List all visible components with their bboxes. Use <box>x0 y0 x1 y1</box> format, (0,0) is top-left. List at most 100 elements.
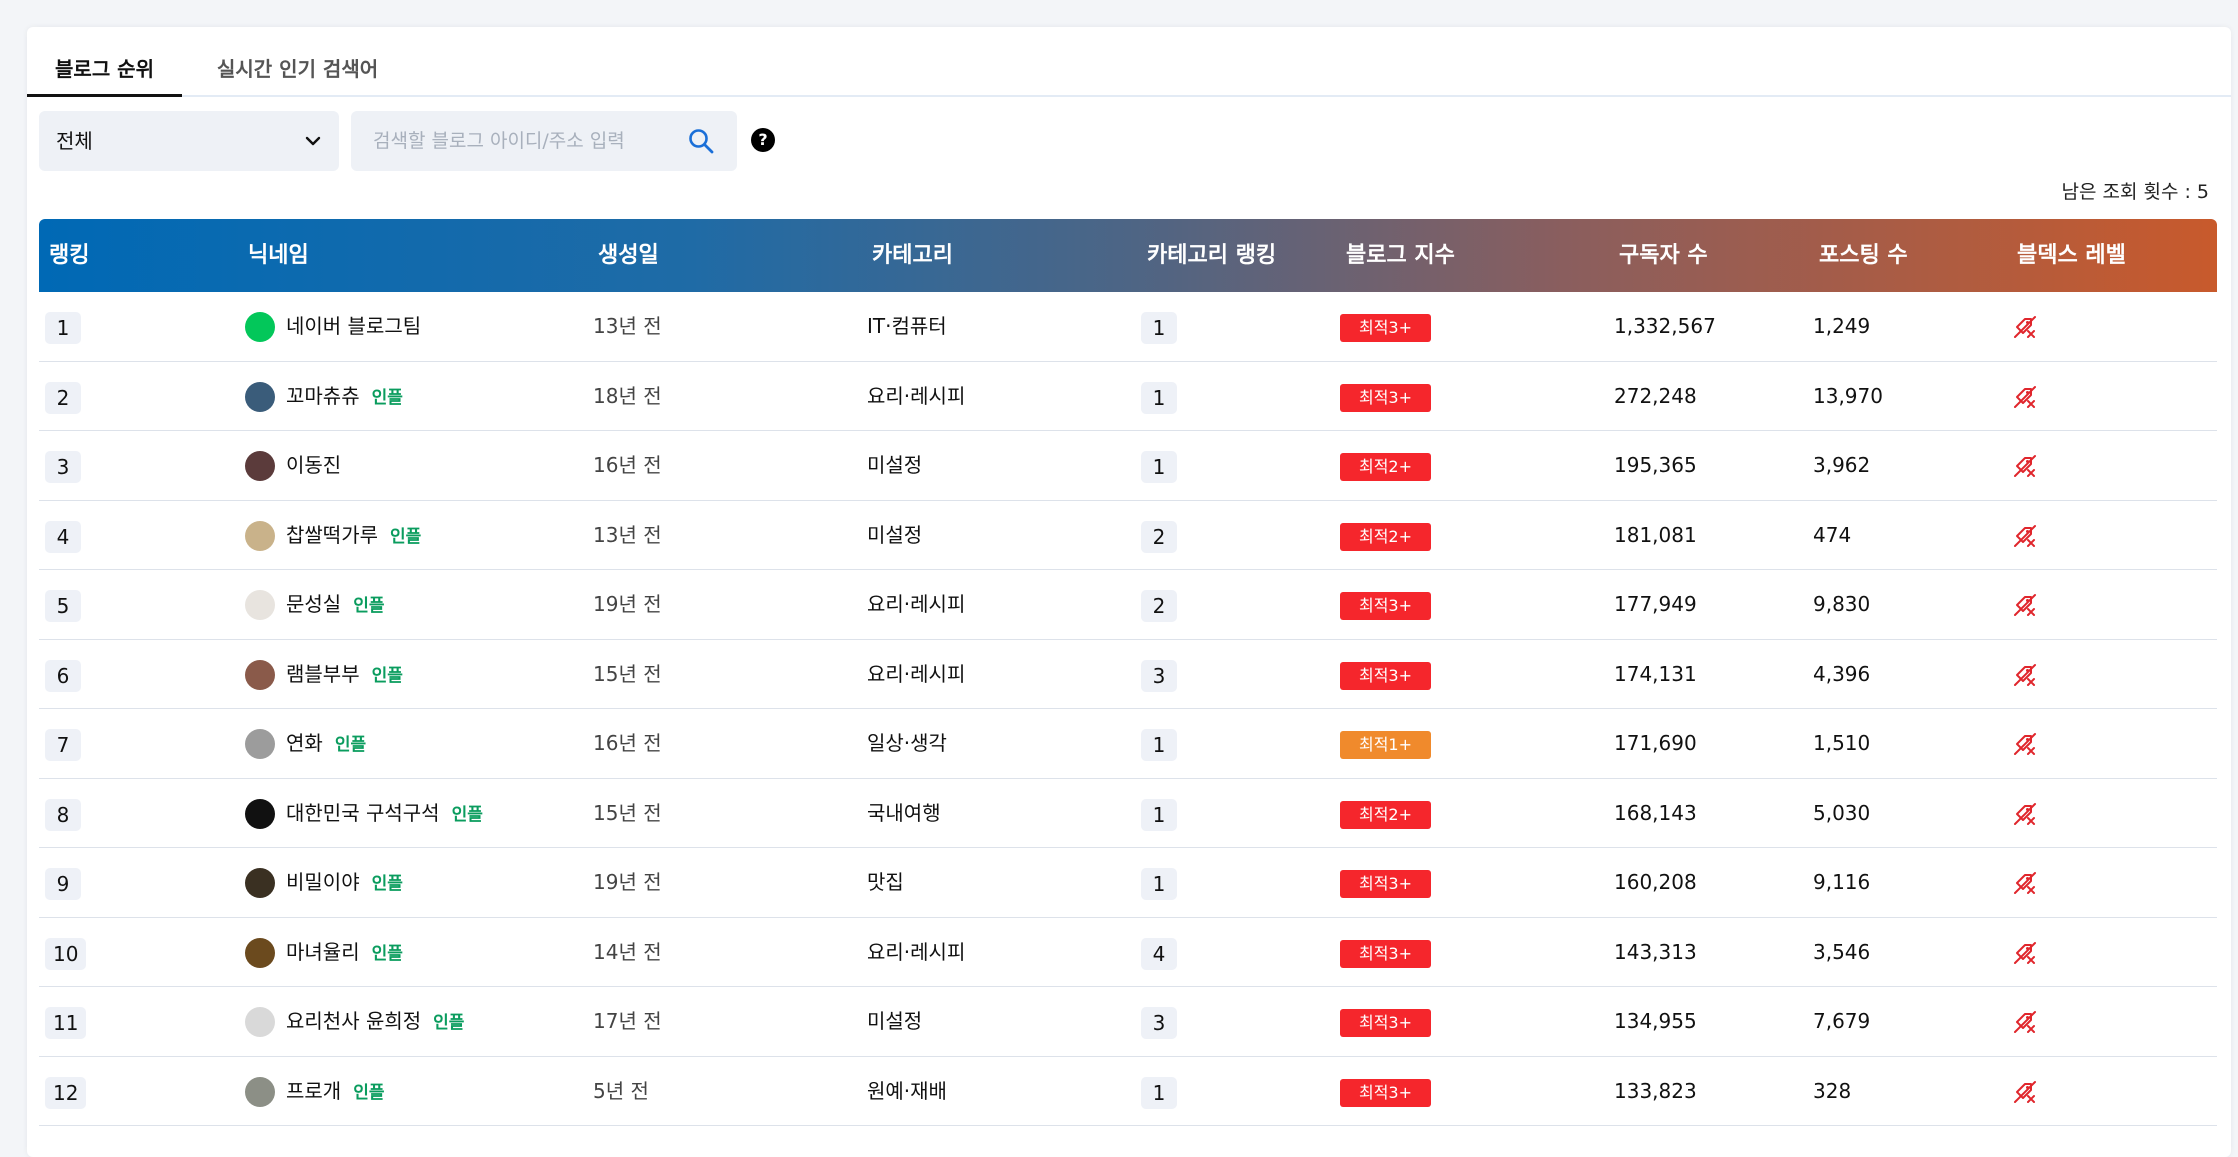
table-row[interactable]: 3 이동진 16년 전 미설정 1 최적2+ 195,365 3,962 <box>39 431 2217 501</box>
subscriber-count: 171,690 <box>1614 731 1697 755</box>
category: 미설정 <box>867 522 923 547</box>
table-row[interactable]: 9 비밀이야 인플 19년 전 맛집 1 최적3+ 160,208 9,116 <box>39 848 2217 918</box>
nickname-cell[interactable]: 비밀이야 인플 <box>286 848 403 917</box>
post-count: 9,830 <box>1813 592 1871 616</box>
influencer-badge: 인플 <box>390 526 422 547</box>
nickname-cell[interactable]: 이동진 <box>286 431 353 500</box>
level-hidden-icon[interactable] <box>2013 454 2037 478</box>
category: 원예·재배 <box>867 1078 947 1103</box>
blog-index-badge: 최적1+ <box>1340 731 1431 759</box>
rank-number: 8 <box>45 798 81 831</box>
tab-realtime-keywords[interactable]: 실시간 인기 검색어 <box>217 49 378 97</box>
nickname-cell[interactable]: 찹쌀떡가루 인플 <box>286 501 421 570</box>
level-hidden-icon[interactable] <box>2013 1010 2037 1034</box>
rank-number: 10 <box>45 937 87 970</box>
table-row[interactable]: 11 요리천사 윤희정 인플 17년 전 미설정 3 최적3+ 134,955 7… <box>39 987 2217 1057</box>
influencer-badge: 인플 <box>353 1082 385 1103</box>
level-hidden-icon[interactable] <box>2013 663 2037 687</box>
level-hidden-icon[interactable] <box>2013 802 2037 826</box>
rank-number: 4 <box>45 520 81 553</box>
help-icon[interactable]: ? <box>751 128 775 152</box>
rank-number: 7 <box>45 729 81 761</box>
table-body: 1 네이버 블로그팀 13년 전 IT·컴퓨터 1 최적3+ 1,332,567… <box>39 292 2217 1126</box>
nickname-cell[interactable]: 프로개 인플 <box>286 1057 384 1126</box>
category: 미설정 <box>867 453 923 477</box>
level-hidden-icon[interactable] <box>2013 732 2037 756</box>
nickname-cell[interactable]: 연화 인플 <box>286 709 366 778</box>
influencer-badge: 인플 <box>433 1013 465 1033</box>
nickname: 램블부부 <box>286 661 360 686</box>
avatar <box>245 451 275 481</box>
created-date: 15년 전 <box>593 661 662 686</box>
blog-index-badge: 최적3+ <box>1340 383 1431 412</box>
avatar <box>245 1076 275 1107</box>
created-date: 17년 전 <box>593 1009 662 1033</box>
influencer-badge: 인플 <box>334 735 367 755</box>
level-hidden-icon[interactable] <box>2013 941 2037 965</box>
category-rank: 1 <box>1141 312 1177 344</box>
category-rank: 2 <box>1141 520 1177 553</box>
nickname-cell[interactable]: 네이버 블로그팀 <box>286 292 433 361</box>
subscriber-count: 133,823 <box>1614 1078 1697 1103</box>
created-date: 15년 전 <box>593 800 662 825</box>
subscriber-count: 1,332,567 <box>1614 314 1716 338</box>
search-icon[interactable] <box>687 127 715 155</box>
category-rank: 3 <box>1141 1007 1177 1039</box>
nickname-cell[interactable]: 대한민국 구석구석 인플 <box>286 779 483 848</box>
level-hidden-icon[interactable] <box>2013 315 2037 339</box>
blog-search-input[interactable] <box>351 111 671 171</box>
tab-blog-ranking[interactable]: 블로그 순위 <box>27 49 182 97</box>
blog-index-badge: 최적3+ <box>1340 661 1431 690</box>
nickname: 꼬마츄츄 <box>286 383 360 408</box>
avatar <box>245 590 275 620</box>
nickname-cell[interactable]: 요리천사 윤희정 인플 <box>286 987 464 1056</box>
level-hidden-icon[interactable] <box>2013 871 2037 895</box>
nickname: 연화 <box>286 731 323 755</box>
table-row[interactable]: 4 찹쌀떡가루 인플 13년 전 미설정 2 최적2+ 181,081 474 <box>39 501 2217 570</box>
nickname-cell[interactable]: 문성실 인플 <box>286 570 384 639</box>
influencer-badge: 인플 <box>451 804 483 825</box>
category: 요리·레시피 <box>867 939 966 964</box>
blog-ranking-panel: 블로그 순위 실시간 인기 검색어 전체 ? 남은 조회 횟수 : 5 랭킹 닉… <box>27 27 2231 1157</box>
created-date: 18년 전 <box>593 383 662 408</box>
level-hidden-icon[interactable] <box>2013 593 2037 617</box>
avatar <box>245 659 275 690</box>
influencer-badge: 인플 <box>371 874 403 894</box>
nickname-cell[interactable]: 꼬마츄츄 인플 <box>286 362 403 431</box>
nickname: 프로개 <box>286 1078 342 1103</box>
table-row[interactable]: 6 램블부부 인플 15년 전 요리·레시피 3 최적3+ 174,131 4,3… <box>39 640 2217 709</box>
post-count: 3,962 <box>1813 453 1871 477</box>
nickname-cell[interactable]: 램블부부 인플 <box>286 640 403 709</box>
table-row[interactable]: 10 마녀율리 인플 14년 전 요리·레시피 4 최적3+ 143,313 3,… <box>39 918 2217 987</box>
table-row[interactable]: 7 연화 인플 16년 전 일상·생각 1 최적1+ 171,690 1,510 <box>39 709 2217 779</box>
level-hidden-icon[interactable] <box>2013 385 2037 409</box>
created-date: 16년 전 <box>593 731 662 755</box>
category: 일상·생각 <box>867 731 947 755</box>
nickname-cell[interactable]: 마녀율리 인플 <box>286 918 403 987</box>
header-blog-index: 블로그 지수 <box>1346 243 1455 268</box>
category-filter-select[interactable]: 전체 <box>39 111 339 171</box>
tab-bar: 블로그 순위 실시간 인기 검색어 <box>27 27 2231 97</box>
header-rank: 랭킹 <box>49 243 90 268</box>
category-rank: 1 <box>1141 868 1177 900</box>
nickname: 대한민국 구석구석 <box>286 800 440 825</box>
nickname: 이동진 <box>286 453 342 477</box>
created-date: 19년 전 <box>593 870 662 894</box>
table-row[interactable]: 8 대한민국 구석구석 인플 15년 전 국내여행 1 최적2+ 168,143 … <box>39 779 2217 848</box>
level-hidden-icon[interactable] <box>2013 524 2037 548</box>
post-count: 4,396 <box>1813 661 1871 686</box>
table-row[interactable]: 2 꼬마츄츄 인플 18년 전 요리·레시피 1 최적3+ 272,248 13,… <box>39 362 2217 431</box>
rank-number: 12 <box>45 1076 87 1109</box>
subscriber-count: 160,208 <box>1614 870 1697 894</box>
blog-index-badge: 최적2+ <box>1340 522 1431 551</box>
table-header: 랭킹 닉네임 생성일 카테고리 카테고리 랭킹 블로그 지수 구독자 수 포스팅… <box>39 219 2217 292</box>
created-date: 13년 전 <box>593 522 662 547</box>
level-hidden-icon[interactable] <box>2013 1080 2037 1104</box>
post-count: 328 <box>1813 1078 1852 1103</box>
table-row[interactable]: 12 프로개 인플 5년 전 원예·재배 1 최적3+ 133,823 328 <box>39 1057 2217 1126</box>
chevron-down-icon <box>305 136 321 146</box>
table-row[interactable]: 5 문성실 인플 19년 전 요리·레시피 2 최적3+ 177,949 9,83… <box>39 570 2217 640</box>
table-row[interactable]: 1 네이버 블로그팀 13년 전 IT·컴퓨터 1 최적3+ 1,332,567… <box>39 292 2217 362</box>
influencer-badge: 인플 <box>353 596 385 616</box>
subscriber-count: 174,131 <box>1614 661 1697 686</box>
